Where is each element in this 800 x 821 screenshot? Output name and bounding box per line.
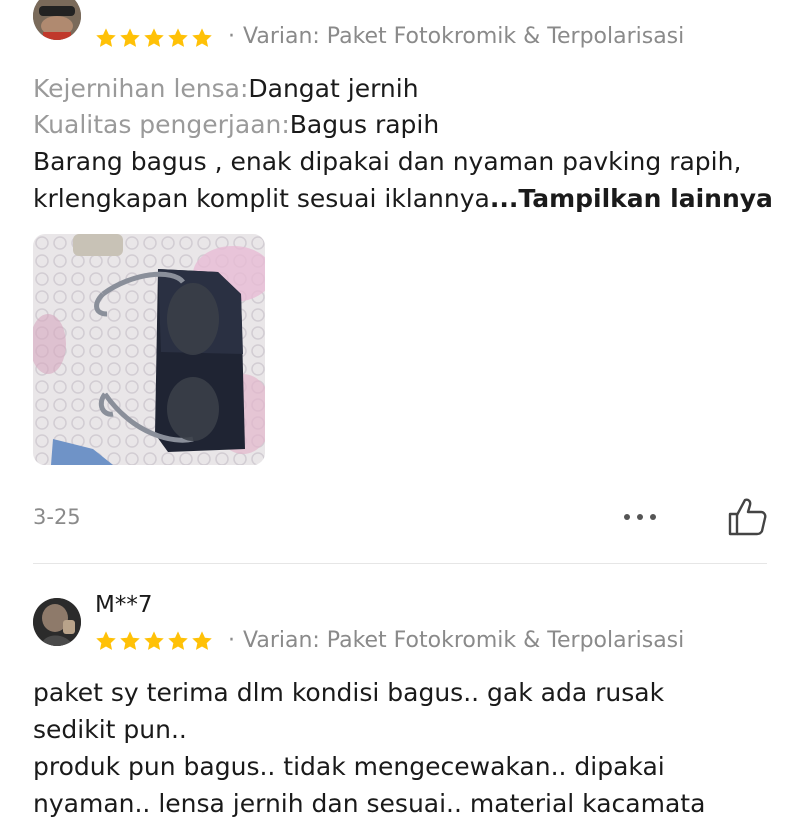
review-card: M**7 · Varian: Paket Fotokromik & Terpola… [0,0,800,818]
avatar[interactable] [33,598,81,646]
separator-dot: · [228,628,235,653]
star-icon [168,631,188,650]
star-rating [95,630,213,652]
star-icon [192,631,212,650]
star-icon [120,631,140,650]
review-text-line: nyaman.. lensa jernih dan sesuai.. mater… [33,789,706,818]
star-icon [96,631,116,650]
review-text-line: paket sy terima dlm kondisi bagus.. gak … [33,678,665,707]
variant-row: · Varian: Paket Fotokromik & Terpolarisas… [222,628,684,653]
review-text-line: sedikit pun.. [33,715,187,744]
reviewer-username: M**7 [95,592,153,618]
star-icon [144,631,164,650]
review-text-line: produk pun bagus.. tidak mengecewakan.. … [33,752,665,781]
variant-label: Varian: Paket Fotokromik & Terpolarisasi [243,628,685,653]
